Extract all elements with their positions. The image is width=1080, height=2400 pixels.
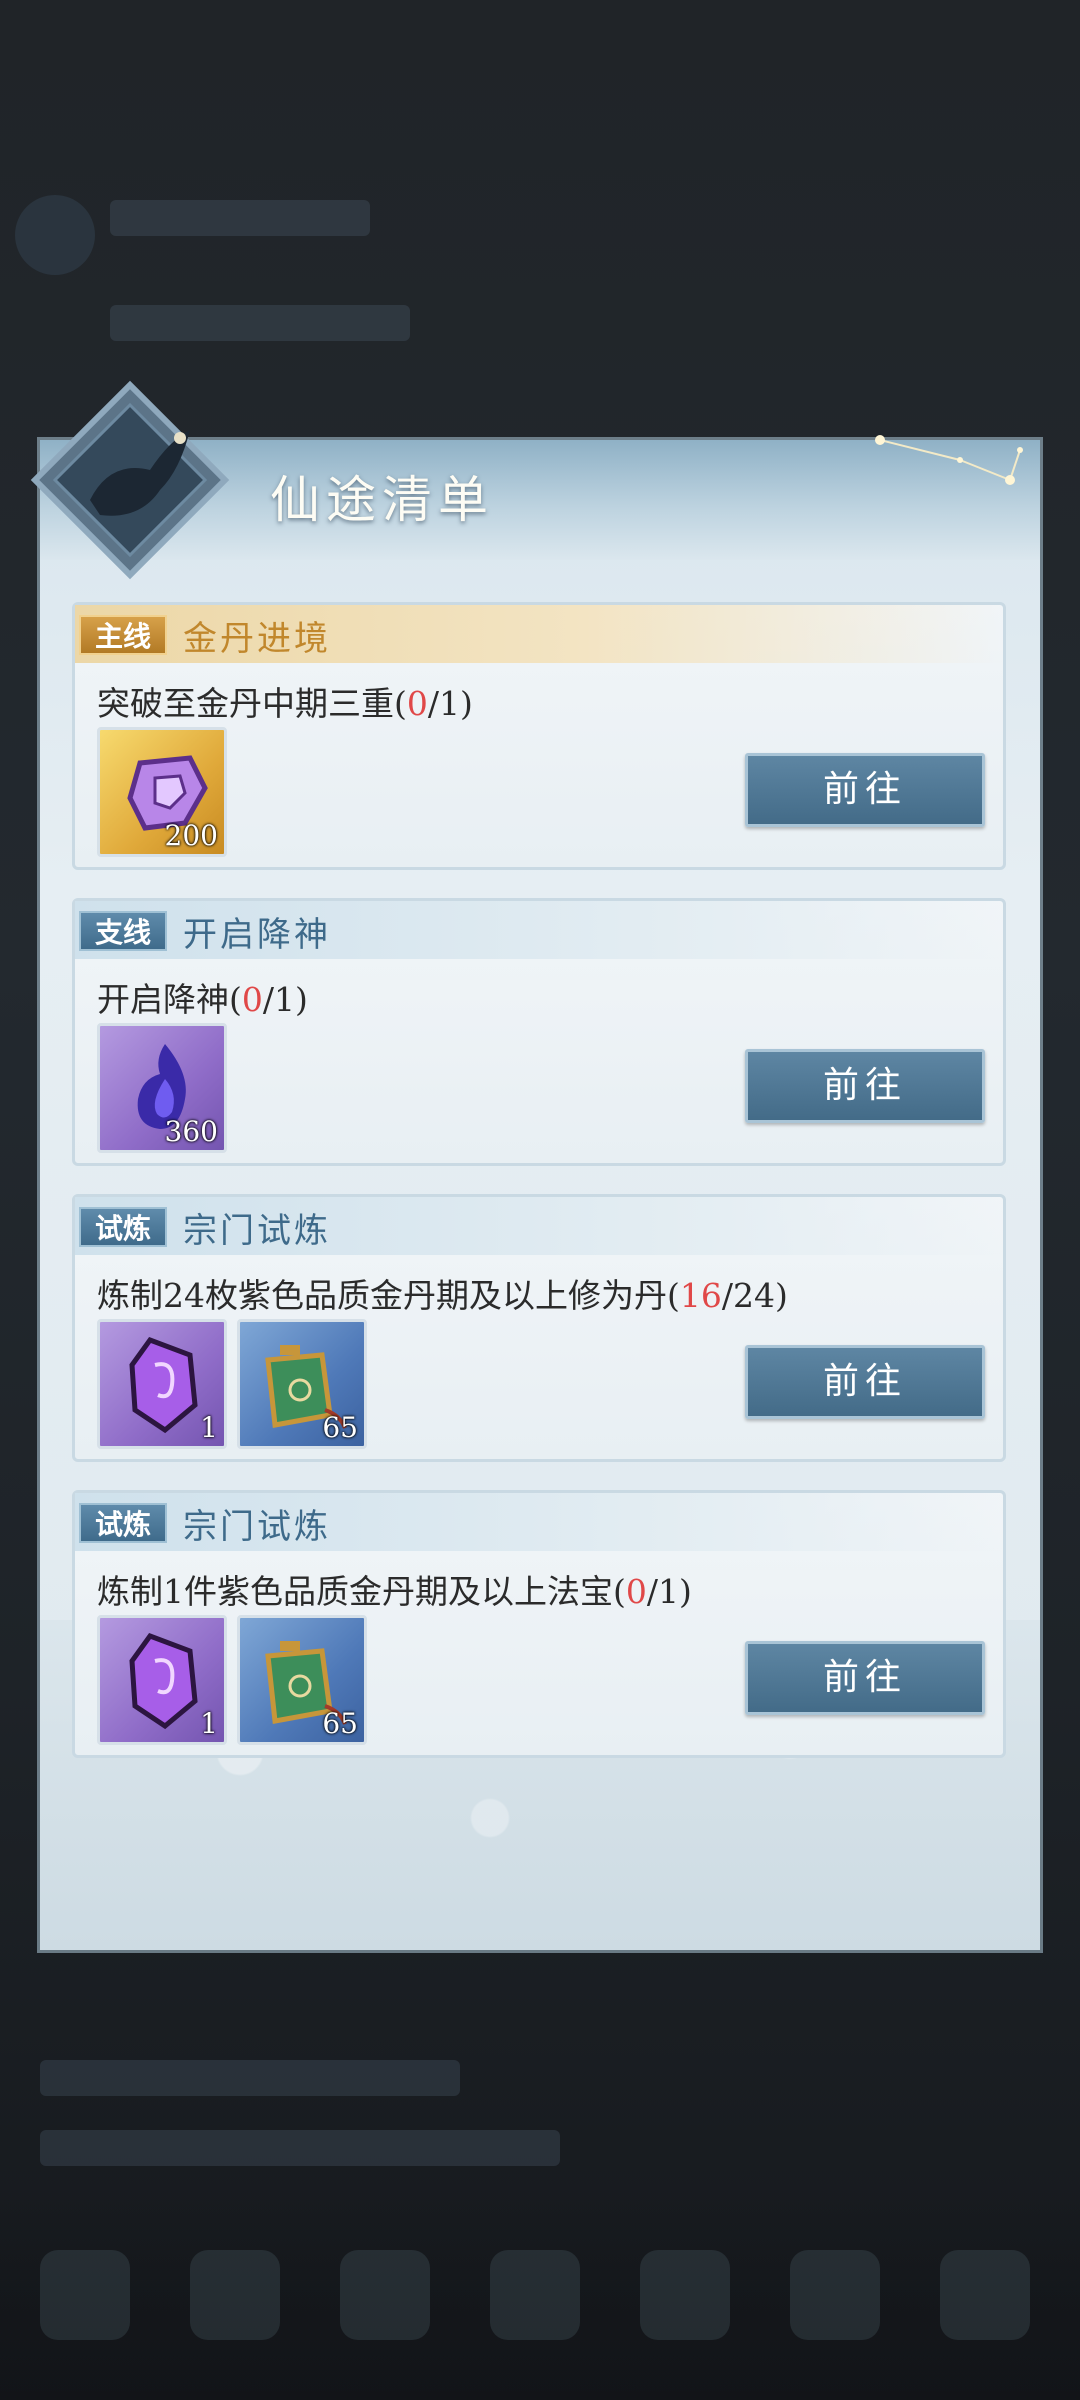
quest-title: 宗门试炼 [183, 1507, 331, 1547]
background-avatar [15, 195, 95, 275]
quest-card-trial: 试炼 宗门试炼 炼制1件紫色品质金丹期及以上法宝(0/1) 1 65 前往 [72, 1490, 1006, 1758]
dialog-title: 仙途清单 [270, 471, 494, 529]
fox-emblem-icon [30, 380, 230, 580]
reward-quantity: 1 [200, 1411, 218, 1444]
quest-tag: 主线 [79, 615, 167, 655]
background-nav-icon [190, 2250, 280, 2340]
background-nav-icon [40, 2250, 130, 2340]
reward-item[interactable]: 200 [97, 727, 227, 857]
quest-tag: 支线 [79, 911, 167, 951]
reward-item[interactable]: 1 [97, 1615, 227, 1745]
quest-progress-total: 1 [439, 684, 460, 723]
quest-desc-text: 突破至金丹中期三重 [97, 684, 394, 723]
quest-description: 开启降神(0/1) [97, 980, 308, 1019]
reward-item[interactable]: 65 [237, 1319, 367, 1449]
background-bar [40, 2060, 460, 2096]
quest-description: 突破至金丹中期三重(0/1) [97, 684, 473, 723]
quest-desc-text: 炼制1件紫色品质金丹期及以上法宝 [97, 1572, 613, 1611]
background-nav-icon [340, 2250, 430, 2340]
go-button[interactable]: 前往 [745, 753, 985, 827]
reward-quantity: 1 [200, 1707, 218, 1740]
background-bar [110, 305, 410, 341]
reward-item[interactable]: 360 [97, 1023, 227, 1153]
constellation-decoration-icon [875, 435, 1023, 485]
quest-title: 宗门试炼 [183, 1211, 331, 1251]
quest-desc-text: 炼制24枚紫色品质金丹期及以上修为丹 [97, 1276, 667, 1315]
quest-desc-text: 开启降神 [97, 980, 229, 1019]
quest-tag: 试炼 [79, 1207, 167, 1247]
quest-card-trial: 试炼 宗门试炼 炼制24枚紫色品质金丹期及以上修为丹(16/24) 1 65 前… [72, 1194, 1006, 1462]
quest-progress-done: 16 [679, 1276, 722, 1315]
quest-title: 金丹进境 [183, 619, 331, 659]
background-nav [0, 2200, 1080, 2400]
reward-item[interactable]: 65 [237, 1615, 367, 1745]
reward-quantity: 65 [322, 1707, 358, 1740]
quest-tag: 试炼 [79, 1503, 167, 1543]
quest-description: 炼制1件紫色品质金丹期及以上法宝(0/1) [97, 1572, 692, 1611]
quest-progress-done: 0 [625, 1572, 647, 1611]
quest-card-main: 主线 金丹进境 突破至金丹中期三重(0/1) 200 前往 [72, 602, 1006, 870]
background-nav-icon [790, 2250, 880, 2340]
go-button[interactable]: 前往 [745, 1345, 985, 1419]
quest-description: 炼制24枚紫色品质金丹期及以上修为丹(16/24) [97, 1276, 788, 1315]
background-nav-icon [940, 2250, 1030, 2340]
background-nav-icon [490, 2250, 580, 2340]
reward-item[interactable]: 1 [97, 1319, 227, 1449]
background-nav-icon [640, 2250, 730, 2340]
quest-list-dialog: 仙途清单 主线 金丹进境 突破至金丹中期三重(0/1) 200 前往 支线 开启… [30, 380, 1040, 1950]
reward-quantity: 65 [322, 1411, 358, 1444]
quest-progress-total: 24 [733, 1276, 775, 1315]
quest-progress-done: 0 [241, 980, 263, 1019]
go-button[interactable]: 前往 [745, 1049, 985, 1123]
quest-progress-total: 1 [658, 1572, 679, 1611]
quest-progress-done: 0 [406, 684, 428, 723]
background-bar [110, 200, 370, 236]
reward-quantity: 200 [164, 819, 218, 852]
quest-card-side: 支线 开启降神 开启降神(0/1) 360 前往 [72, 898, 1006, 1166]
quest-progress-total: 1 [274, 980, 295, 1019]
background-bar [40, 2130, 560, 2166]
go-button[interactable]: 前往 [745, 1641, 985, 1715]
reward-quantity: 360 [164, 1115, 218, 1148]
quest-title: 开启降神 [183, 915, 331, 955]
